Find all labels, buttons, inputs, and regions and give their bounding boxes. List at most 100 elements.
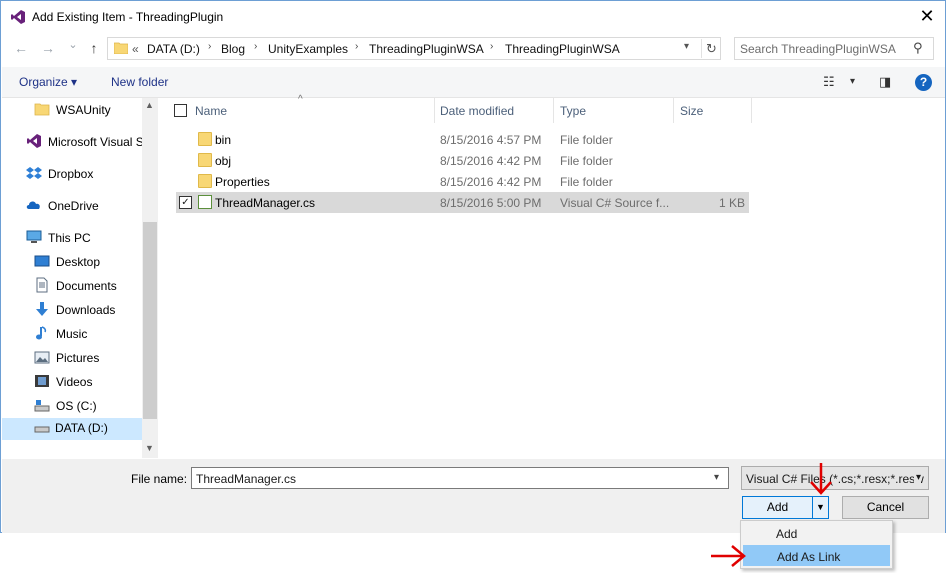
sidebar-item-dropbox[interactable]: Dropbox	[26, 164, 142, 186]
scroll-down-icon[interactable]: ▼	[145, 443, 154, 453]
select-all-checkbox[interactable]	[174, 104, 187, 117]
row-checkbox[interactable]: ✓	[179, 196, 192, 209]
folder-icon	[34, 103, 50, 116]
folder-icon	[198, 153, 212, 167]
view-options-icon[interactable]: ☷	[823, 74, 835, 90]
file-date: 8/15/2016 4:42 PM	[440, 154, 542, 168]
window-title: Add Existing Item - ThreadingPlugin	[32, 10, 224, 24]
sidebar-item-pictures[interactable]: Pictures	[34, 348, 142, 370]
column-header-name[interactable]: Name	[189, 98, 434, 123]
organize-menu-button[interactable]: Organize ▾	[19, 75, 77, 89]
chevron-down-icon[interactable]: ▾	[714, 472, 719, 483]
file-list: ^ Name Date modified Type Size bin 8/15/…	[159, 94, 945, 458]
file-type-filter-value: Visual C# Files (*.cs;*.resx;*.resw	[746, 472, 924, 486]
file-date: 8/15/2016 5:00 PM	[440, 196, 542, 210]
scroll-up-icon[interactable]: ▲	[145, 100, 154, 110]
sidebar-item-label: Videos	[56, 375, 93, 389]
sidebar-item-this-pc[interactable]: This PC	[26, 228, 142, 250]
forward-arrow-icon[interactable]: →	[39, 39, 57, 57]
folder-icon	[114, 42, 128, 54]
file-name: ThreadManager.cs	[215, 196, 316, 210]
close-button[interactable]: ✕	[914, 5, 940, 27]
breadcrumb-item[interactable]: Blog	[221, 42, 245, 56]
chevron-down-icon[interactable]: ▾	[684, 41, 689, 52]
command-toolbar: Organize ▾ New folder ☷ ▾ ◨ ?	[2, 67, 945, 98]
drive-icon	[34, 426, 50, 433]
preview-pane-icon[interactable]: ◨	[879, 74, 891, 90]
breadcrumb-overflow[interactable]: «	[132, 42, 139, 56]
onedrive-icon	[26, 201, 40, 209]
pictures-icon	[34, 351, 50, 364]
breadcrumb-separator-icon: ›	[208, 41, 212, 52]
file-type: File folder	[560, 175, 613, 189]
sidebar-item-data-d[interactable]: DATA (D:)	[2, 418, 142, 440]
breadcrumb-item[interactable]: DATA (D:)	[147, 42, 200, 56]
scrollbar-thumb[interactable]	[143, 222, 157, 419]
breadcrumb-item[interactable]: ThreadingPluginWSA	[369, 42, 484, 56]
sidebar-item-music[interactable]: Music	[34, 324, 142, 346]
sidebar-item-label: Documents	[56, 279, 117, 293]
navigation-pane: WSAUnity Microsoft Visual S Dropbox OneD…	[2, 98, 158, 458]
column-divider[interactable]	[751, 98, 752, 123]
videos-icon	[35, 375, 49, 387]
file-type: Visual C# Source f...	[560, 196, 670, 210]
music-icon	[36, 326, 47, 340]
add-dropdown-arrow[interactable]: ▼	[812, 496, 829, 519]
cancel-button[interactable]: Cancel	[842, 496, 929, 519]
file-name-field[interactable]: ThreadManager.cs ▾	[191, 467, 729, 489]
sidebar-item-label: Dropbox	[48, 167, 94, 181]
file-size: 1 KB	[718, 196, 745, 210]
breadcrumb-item[interactable]: ThreadingPluginWSA	[505, 42, 620, 56]
add-button[interactable]: Add	[742, 496, 813, 519]
documents-icon	[36, 277, 48, 293]
column-header-date-modified[interactable]: Date modified	[434, 98, 554, 123]
refresh-icon[interactable]: ↻	[701, 39, 721, 58]
folder-icon	[198, 132, 212, 146]
new-folder-button[interactable]: New folder	[111, 75, 168, 89]
menu-item-label: Add	[776, 527, 798, 541]
search-input[interactable]	[740, 41, 910, 56]
address-bar[interactable]: « DATA (D:) › Blog › UnityExamples › Thr…	[107, 37, 721, 60]
chevron-down-icon[interactable]: ▾	[850, 76, 855, 87]
sidebar-item-documents[interactable]: Documents	[34, 276, 142, 298]
menu-item-add[interactable]: Add	[743, 523, 890, 544]
sidebar-item-label: Pictures	[56, 351, 100, 365]
desktop-icon	[34, 255, 50, 267]
sidebar-item-label: Downloads	[56, 303, 116, 317]
column-header-label: Size	[680, 104, 704, 118]
sidebar-item-label: Music	[56, 327, 88, 341]
sidebar-item-os-c[interactable]: OS (C:)	[34, 396, 142, 418]
file-row-threadmanager[interactable]: ✓ ThreadManager.cs 8/15/2016 5:00 PM Vis…	[176, 192, 749, 213]
breadcrumb-item[interactable]: UnityExamples	[268, 42, 348, 56]
breadcrumb-separator-icon: ›	[355, 41, 359, 52]
column-header-size[interactable]: Size	[674, 98, 752, 123]
column-header-type[interactable]: Type	[554, 98, 674, 123]
file-row-bin[interactable]: bin 8/15/2016 4:57 PM File folder	[176, 129, 749, 150]
back-arrow-icon[interactable]: ←	[12, 39, 30, 57]
sidebar-item-desktop[interactable]: Desktop	[34, 252, 142, 274]
help-icon[interactable]: ?	[915, 74, 932, 91]
sidebar-item-label: OS (C:)	[56, 399, 97, 413]
recent-locations-icon[interactable]: ⌄	[64, 36, 82, 54]
chevron-down-icon[interactable]: ▾	[914, 472, 922, 483]
column-header-label: Type	[560, 104, 587, 118]
search-icon[interactable]: ⚲	[913, 40, 923, 56]
sidebar-item-microsoft-visual-studio[interactable]: Microsoft Visual S	[26, 132, 144, 154]
file-row-properties[interactable]: Properties 8/15/2016 4:42 PM File folder	[176, 171, 749, 192]
sidebar-item-wsaunity[interactable]: WSAUnity	[34, 100, 142, 122]
annotation-down-arrow-icon	[810, 463, 832, 495]
computer-icon	[26, 230, 42, 243]
file-type: File folder	[560, 154, 613, 168]
file-type-filter[interactable]: Visual C# Files (*.cs;*.resx;*.resw ▾	[741, 466, 929, 490]
file-name: obj	[215, 154, 232, 168]
column-header-label: Date modified	[440, 104, 515, 118]
sidebar-item-downloads[interactable]: Downloads	[34, 300, 142, 322]
sidebar-item-videos[interactable]: Videos	[34, 372, 142, 394]
up-arrow-icon[interactable]: ↑	[85, 39, 103, 57]
file-row-obj[interactable]: obj 8/15/2016 4:42 PM File folder	[176, 150, 749, 171]
search-box[interactable]: ⚲	[734, 37, 934, 60]
navigation-pane-scrollbar[interactable]: ▲ ▼	[142, 98, 158, 458]
file-name-value[interactable]: ThreadManager.cs	[196, 472, 296, 486]
sidebar-item-onedrive[interactable]: OneDrive	[26, 196, 142, 218]
menu-item-add-as-link[interactable]: Add As Link	[743, 545, 890, 566]
